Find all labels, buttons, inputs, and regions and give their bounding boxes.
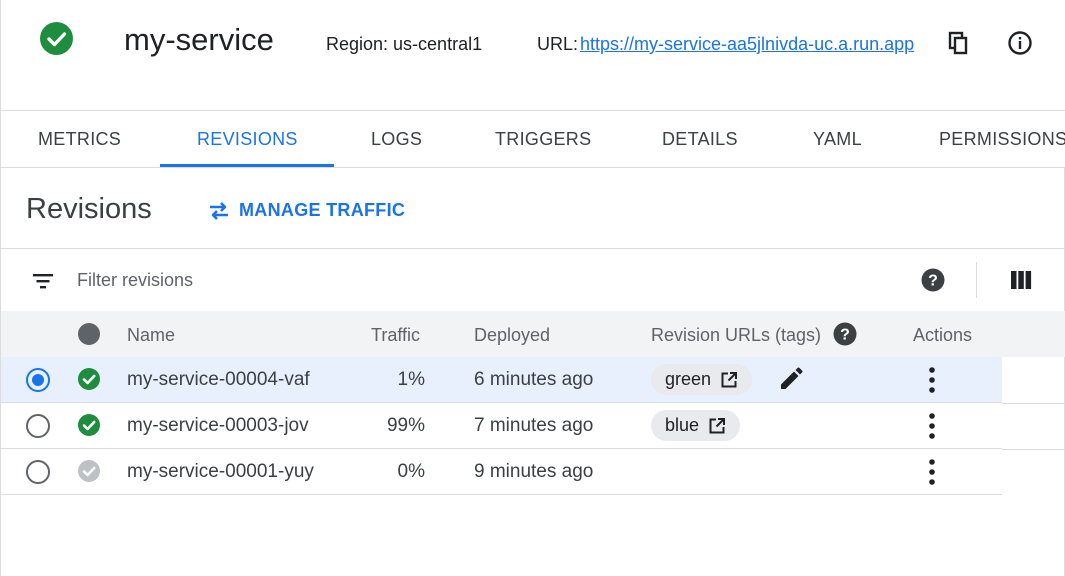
revisions-panel: Revisions MANAGE TRAFFIC ? Name Traffic … [0, 168, 1065, 576]
column-header-urls[interactable]: Revision URLs (tags) [651, 325, 821, 346]
more-actions-icon[interactable] [919, 412, 945, 440]
table-row[interactable]: my-service-00001-yuy 0% 9 minutes ago [1, 449, 1002, 495]
open-in-new-icon [708, 417, 726, 435]
filter-revisions-input[interactable] [77, 267, 577, 293]
revision-deployed: 6 minutes ago [474, 369, 594, 390]
check-circle-icon [40, 22, 73, 55]
help-icon[interactable]: ? [921, 268, 945, 292]
revision-tag-chip[interactable]: blue [651, 410, 741, 441]
revision-name[interactable]: my-service-00001-yuy [127, 461, 314, 483]
url-label: URL: [537, 34, 579, 54]
active-tab-indicator [160, 164, 334, 167]
revision-deployed: 9 minutes ago [474, 461, 594, 482]
column-display-icon[interactable] [1010, 269, 1032, 291]
column-header-name[interactable]: Name [127, 325, 175, 346]
filter-icon[interactable] [31, 269, 55, 293]
panel-title: Revisions [26, 193, 152, 225]
service-name: my-service [124, 22, 274, 57]
tag-label: green [665, 369, 712, 389]
service-url-link[interactable]: https://my-service-aa5jlnivda-uc.a.run.a… [580, 34, 914, 55]
open-in-new-icon [720, 371, 738, 389]
tab-logs[interactable]: LOGS [371, 129, 422, 150]
divider [1, 248, 1065, 249]
revision-name[interactable]: my-service-00004-vaf [127, 369, 310, 391]
tab-yaml[interactable]: YAML [813, 129, 862, 150]
status-column-icon [78, 323, 100, 345]
table-row[interactable]: my-service-00004-vaf 1% 6 minutes ago gr… [1, 357, 1002, 403]
check-circle-icon [78, 368, 100, 390]
tab-revisions[interactable]: REVISIONS [197, 129, 298, 150]
manage-traffic-button[interactable]: MANAGE TRAFFIC [239, 200, 405, 221]
row-divider [1002, 403, 1065, 404]
check-circle-icon [78, 414, 100, 436]
revision-tag-chip[interactable]: green [651, 364, 753, 395]
column-header-actions: Actions [913, 325, 973, 345]
help-icon[interactable]: ? [833, 322, 857, 346]
check-circle-inactive-icon [78, 460, 100, 482]
row-select-radio[interactable] [26, 414, 50, 438]
revision-traffic: 1% [397, 369, 425, 390]
tab-bar: METRICS REVISIONS LOGS TRIGGERS DETAILS … [0, 111, 1065, 168]
more-actions-icon[interactable] [919, 366, 945, 394]
tab-triggers[interactable]: TRIGGERS [495, 129, 591, 150]
swap-arrows-icon[interactable] [207, 199, 231, 223]
table-header: Name Traffic Deployed Revision URLs (tag… [1, 311, 1002, 357]
row-select-radio[interactable] [26, 368, 50, 392]
info-icon[interactable] [1007, 30, 1033, 56]
more-actions-icon[interactable] [919, 458, 945, 486]
row-divider [1002, 449, 1065, 450]
table-header-extension [1002, 311, 1065, 357]
toolbar-divider [976, 262, 977, 298]
revision-deployed: 7 minutes ago [474, 415, 594, 436]
svg-text:?: ? [840, 327, 850, 344]
revision-traffic: 0% [397, 461, 425, 482]
service-header: my-service Region: us-central1 URL: http… [0, 0, 1065, 111]
table-row[interactable]: my-service-00003-jov 99% 7 minutes ago b… [1, 403, 1002, 449]
tab-permissions[interactable]: PERMISSIONS [939, 129, 1065, 150]
svg-text:?: ? [928, 273, 938, 290]
revision-name[interactable]: my-service-00003-jov [127, 415, 309, 437]
region-text: Region: us-central1 [326, 34, 483, 54]
tab-details[interactable]: DETAILS [662, 129, 738, 150]
column-header-traffic[interactable]: Traffic [371, 325, 420, 346]
copy-icon[interactable] [947, 31, 971, 55]
edit-pencil-icon[interactable] [778, 366, 804, 392]
tab-metrics[interactable]: METRICS [38, 129, 121, 150]
column-header-deployed[interactable]: Deployed [474, 325, 550, 346]
revision-traffic: 99% [386, 415, 425, 436]
tag-label: blue [665, 415, 700, 435]
row-select-radio[interactable] [26, 460, 50, 484]
